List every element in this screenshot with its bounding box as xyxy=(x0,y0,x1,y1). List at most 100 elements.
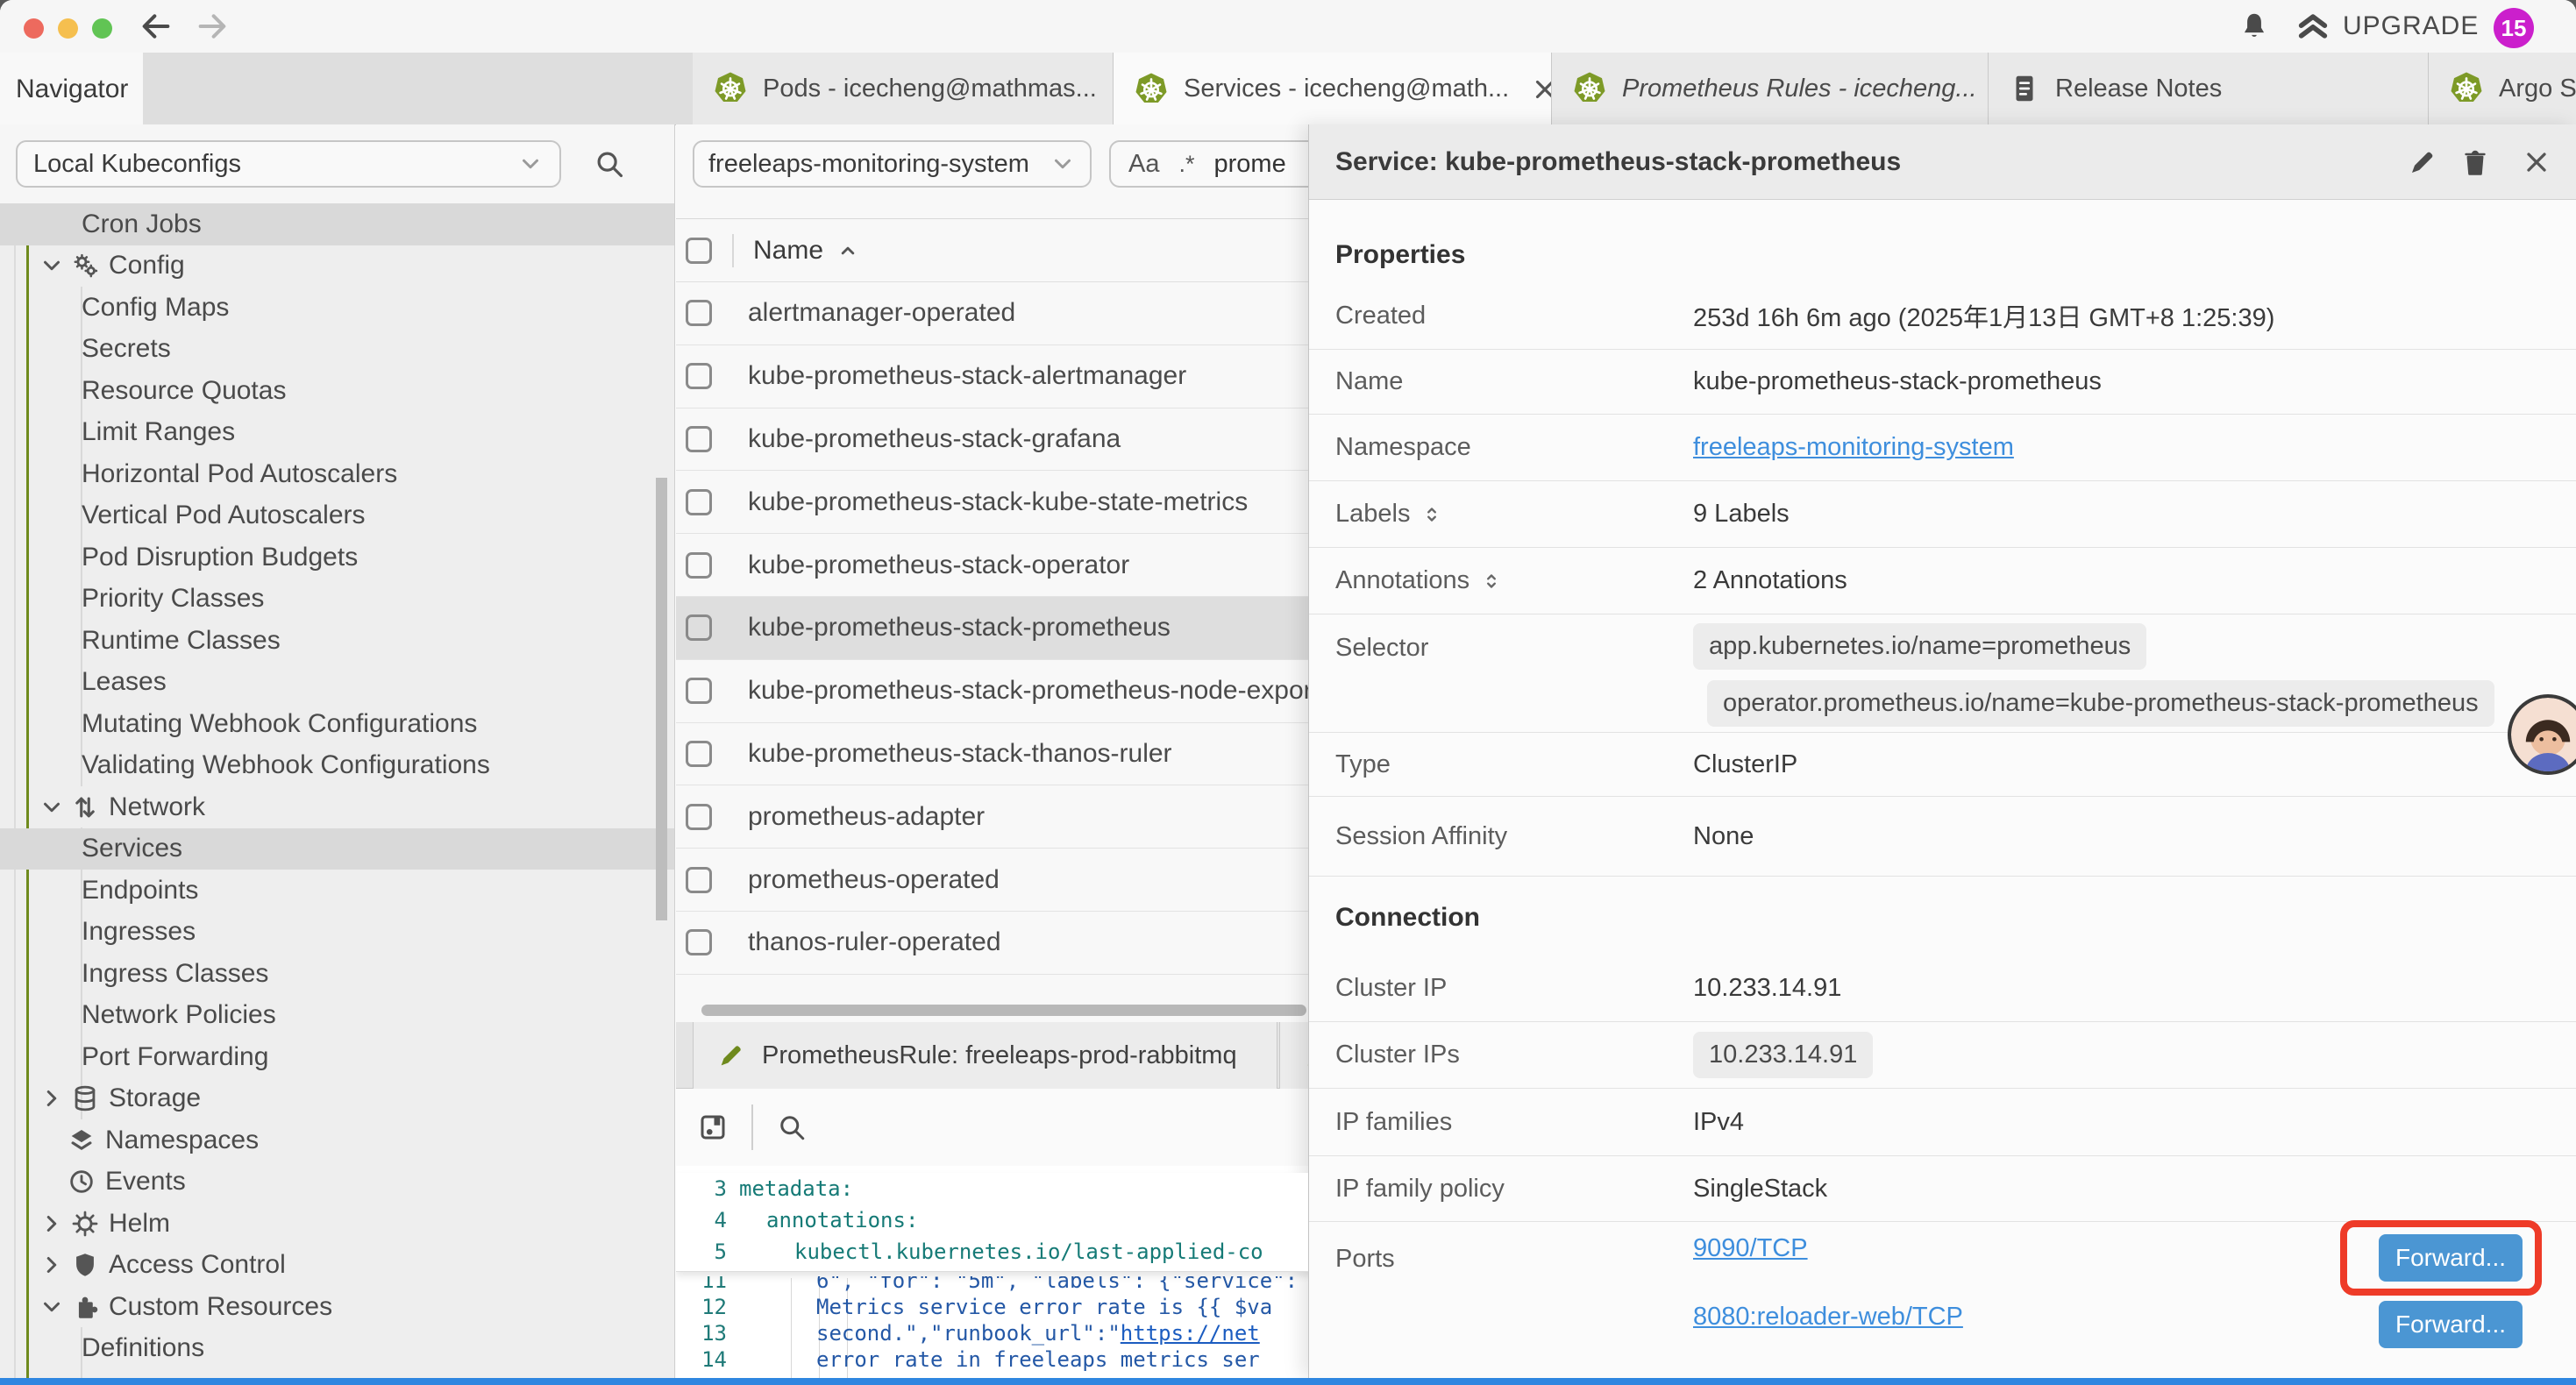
service-name: kube-prometheus-stack-prometheus xyxy=(748,613,1171,643)
row-checkbox[interactable] xyxy=(686,300,712,326)
expander-icon[interactable] xyxy=(1480,570,1503,593)
service-name: kube-prometheus-stack-operator xyxy=(748,550,1129,580)
table-row[interactable]: alertmanager-operated xyxy=(676,282,1308,345)
sidebar-item-limit-ranges[interactable]: Limit Ranges xyxy=(0,412,675,454)
sidebar-item-horizontal-pod-autoscalers[interactable]: Horizontal Pod Autoscalers xyxy=(0,453,675,495)
sidebar-item-label: Vertical Pod Autoscalers xyxy=(82,501,366,530)
yaml-editor[interactable]: 3metadata:4annotations:5kubectl.kubernet… xyxy=(676,1166,1308,1378)
sidebar-item-storage[interactable]: Storage xyxy=(0,1078,675,1120)
sidebar-item-definitions[interactable]: Definitions xyxy=(0,1328,675,1370)
sidebar-item-resource-quotas[interactable]: Resource Quotas xyxy=(0,370,675,412)
sidebar-item-priority-classes[interactable]: Priority Classes xyxy=(0,579,675,621)
sidebar-item-ingress-classes[interactable]: Ingress Classes xyxy=(0,953,675,995)
table-row[interactable]: kube-prometheus-stack-kube-state-metrics xyxy=(676,471,1308,534)
editor-tab-partial[interactable] xyxy=(1279,1022,1308,1089)
sidebar-item-services[interactable]: Services xyxy=(0,828,675,870)
sidebar-item-leases[interactable]: Leases xyxy=(0,662,675,704)
sidebar-item-config-maps[interactable]: Config Maps xyxy=(0,287,675,329)
forward-button-8080[interactable]: Forward... xyxy=(2379,1301,2523,1348)
app-tab[interactable]: Release Notes xyxy=(1989,53,2429,124)
notifications-bell-icon[interactable] xyxy=(2238,10,2271,43)
select-all-checkbox[interactable] xyxy=(686,238,712,264)
upgrade-button[interactable]: UPGRADE xyxy=(2295,7,2479,46)
sidebar-item-network-policies[interactable]: Network Policies xyxy=(0,995,675,1037)
kubeconfig-select[interactable]: Local Kubeconfigs xyxy=(16,140,561,188)
row-checkbox[interactable] xyxy=(686,678,712,704)
namespace-select[interactable]: freeleaps-monitoring-system xyxy=(693,140,1092,188)
resource-search-input[interactable]: Aa .* prome xyxy=(1109,140,1308,188)
editor-tab-prometheusrule[interactable]: PrometheusRule: freeleaps-prod-rabbitmq xyxy=(693,1022,1277,1089)
namespace-link[interactable]: freeleaps-monitoring-system xyxy=(1693,433,2014,462)
back-arrow-icon[interactable] xyxy=(139,9,174,44)
chevron-down-icon[interactable] xyxy=(39,794,65,820)
sidebar-item-port-forwarding[interactable]: Port Forwarding xyxy=(0,1036,675,1078)
table-row[interactable]: prometheus-operated xyxy=(676,849,1308,912)
sidebar-item-custom-resources[interactable]: Custom Resources xyxy=(0,1286,675,1328)
row-checkbox[interactable] xyxy=(686,552,712,579)
chevron-right-icon[interactable] xyxy=(39,1211,65,1237)
sidebar-item-runtime-classes[interactable]: Runtime Classes xyxy=(0,620,675,662)
table-row[interactable]: kube-prometheus-stack-alertmanager xyxy=(676,345,1308,408)
app-tab[interactable]: Pods - icecheng@mathmas... xyxy=(693,53,1114,124)
table-row[interactable]: kube-prometheus-stack-prometheus-node-ex… xyxy=(676,660,1308,723)
app-tab[interactable]: Services - icecheng@math... xyxy=(1114,53,1552,125)
sidebar-item-mutating-webhook-configurations[interactable]: Mutating Webhook Configurations xyxy=(0,703,675,745)
table-row[interactable]: thanos-ruler-operated xyxy=(676,912,1308,975)
port-link-8080[interactable]: 8080:reloader-web/TCP xyxy=(1693,1303,1963,1332)
sort-ascending-icon[interactable] xyxy=(836,238,860,263)
row-checkbox[interactable] xyxy=(686,929,712,955)
sidebar-item-endpoints[interactable]: Endpoints xyxy=(0,870,675,912)
horizontal-scrollbar[interactable] xyxy=(701,1005,1306,1016)
match-case-toggle[interactable]: Aa xyxy=(1128,150,1159,179)
sidebar-item-events[interactable]: Events xyxy=(0,1161,675,1204)
sidebar-item-helm[interactable]: Helm xyxy=(0,1203,675,1245)
sidebar-item-pod-disruption-budgets[interactable]: Pod Disruption Budgets xyxy=(0,536,675,579)
port-link-9090[interactable]: 9090/TCP xyxy=(1693,1234,1808,1263)
row-checkbox[interactable] xyxy=(686,741,712,767)
table-row[interactable]: kube-prometheus-stack-operator xyxy=(676,534,1308,597)
close-icon[interactable] xyxy=(2521,146,2552,178)
sidebar-item-access-control[interactable]: Access Control xyxy=(0,1245,675,1287)
chevron-right-icon[interactable] xyxy=(39,1252,65,1278)
sidebar-item-config[interactable]: Config xyxy=(0,245,675,288)
table-row[interactable]: kube-prometheus-stack-grafana xyxy=(676,408,1308,472)
row-checkbox[interactable] xyxy=(686,489,712,515)
chevron-down-icon[interactable] xyxy=(39,1294,65,1320)
sidebar-item-validating-webhook-configurations[interactable]: Validating Webhook Configurations xyxy=(0,745,675,787)
sidebar-search-icon[interactable] xyxy=(593,147,626,181)
sidebar-item-vertical-pod-autoscalers[interactable]: Vertical Pod Autoscalers xyxy=(0,495,675,537)
window-minimize-button[interactable] xyxy=(58,18,78,39)
sidebar-item-cron-jobs[interactable]: Cron Jobs xyxy=(0,203,675,245)
sidebar-item-secrets[interactable]: Secrets xyxy=(0,329,675,371)
expander-icon[interactable] xyxy=(1420,503,1443,526)
row-checkbox[interactable] xyxy=(686,867,712,893)
window-close-button[interactable] xyxy=(24,18,44,39)
name-column-header[interactable]: Name xyxy=(753,236,823,266)
delete-trash-icon[interactable] xyxy=(2459,146,2491,178)
chevron-right-icon[interactable] xyxy=(39,1085,65,1112)
edit-pencil-icon[interactable] xyxy=(2407,146,2438,178)
table-row[interactable]: prometheus-adapter xyxy=(676,785,1308,849)
row-checkbox[interactable] xyxy=(686,614,712,641)
row-checkbox[interactable] xyxy=(686,426,712,452)
sidebar-item-namespaces[interactable]: Namespaces xyxy=(0,1119,675,1161)
row-checkbox[interactable] xyxy=(686,363,712,389)
sidebar-item-ingresses[interactable]: Ingresses xyxy=(0,912,675,954)
table-row[interactable]: kube-prometheus-stack-prometheus xyxy=(676,597,1308,660)
editor-search-icon[interactable] xyxy=(776,1112,808,1143)
sidebar-item-network[interactable]: Network xyxy=(0,786,675,828)
regex-toggle[interactable]: .* xyxy=(1178,151,1194,178)
window-zoom-button[interactable] xyxy=(92,18,112,39)
row-checkbox[interactable] xyxy=(686,804,712,830)
app-tab[interactable]: Argo Se xyxy=(2429,53,2576,124)
sidebar-item-label: Leases xyxy=(82,667,167,697)
code-link[interactable]: https://net xyxy=(1121,1321,1260,1346)
save-icon[interactable] xyxy=(697,1112,729,1143)
navigator-panel-tab[interactable]: Navigator xyxy=(0,53,143,125)
app-tab[interactable]: Prometheus Rules - icecheng... xyxy=(1552,53,1989,124)
table-row[interactable]: kube-prometheus-stack-thanos-ruler xyxy=(676,723,1308,786)
sidebar-scrollbar[interactable] xyxy=(656,478,667,920)
notification-count-badge[interactable]: 15 xyxy=(2494,8,2534,48)
chevron-down-icon[interactable] xyxy=(39,252,65,279)
close-icon[interactable] xyxy=(1530,75,1552,104)
